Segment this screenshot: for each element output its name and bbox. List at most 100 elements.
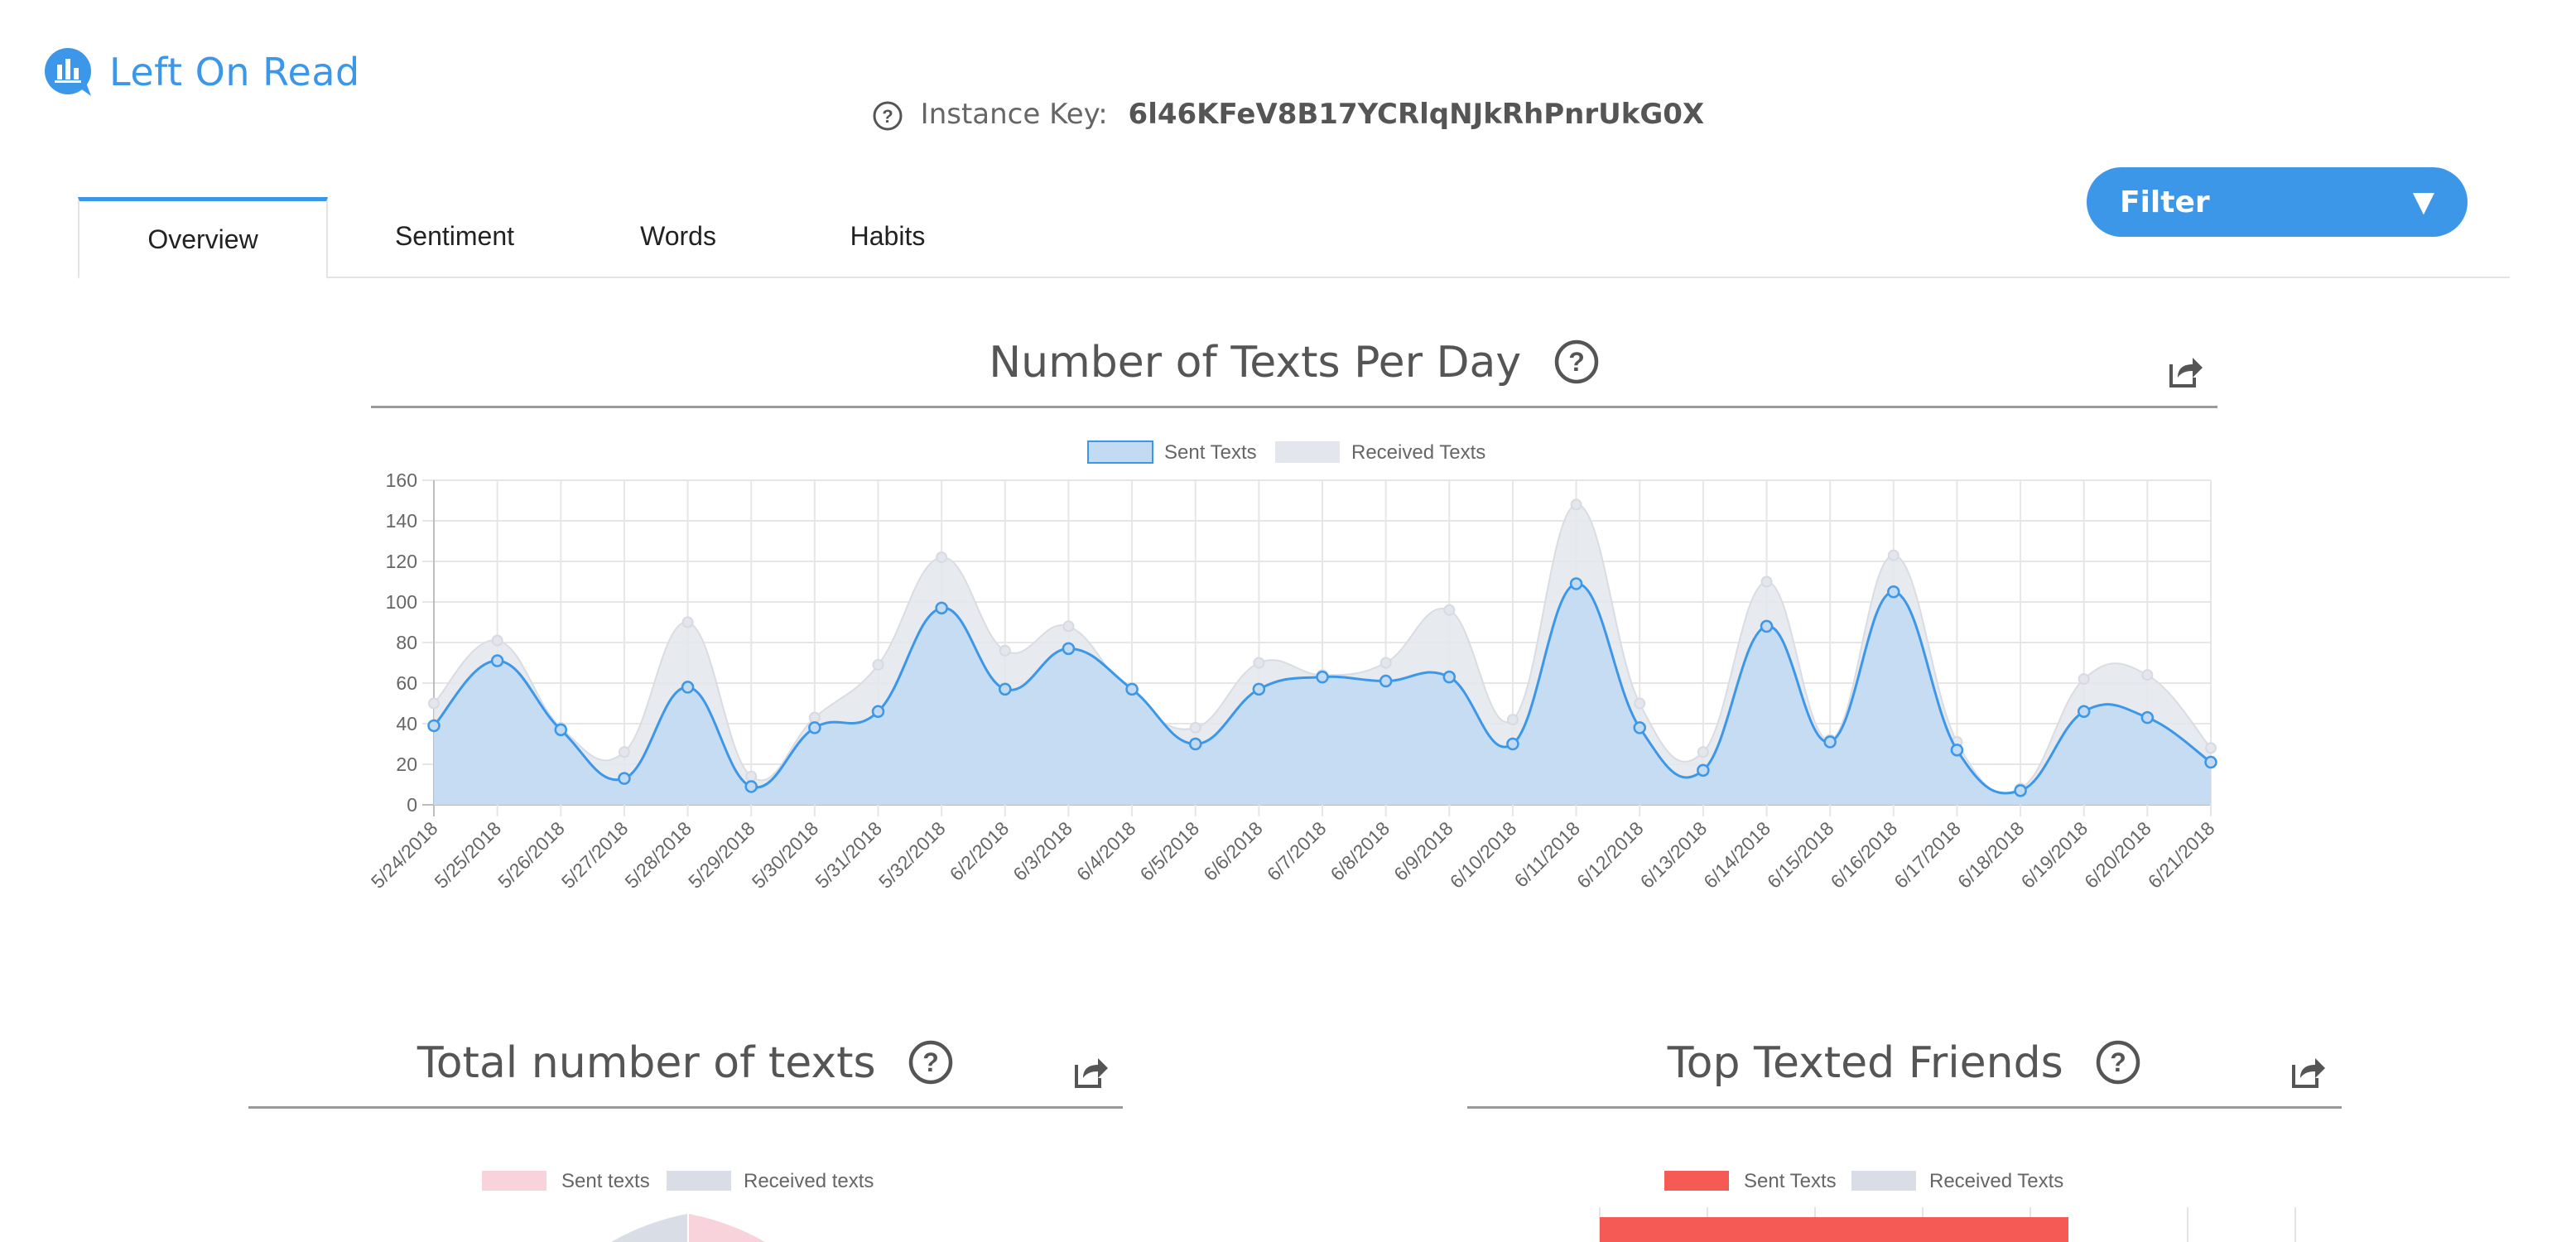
tab-words[interactable]: Words	[583, 197, 773, 275]
received-point	[1443, 604, 1456, 616]
texts-per-day-chart: Sent Texts Received Texts 0 20 40 60 80 100 120 1…	[367, 440, 2219, 893]
received-point	[745, 770, 758, 782]
x-tick-label: 5/25/2018	[430, 817, 505, 893]
received-point	[1634, 697, 1646, 710]
share-icon[interactable]	[2168, 353, 2204, 389]
x-tick-label: 6/13/2018	[1636, 817, 1712, 893]
sent-point	[999, 682, 1012, 696]
received-point	[1506, 714, 1519, 726]
x-tick-label: 6/21/2018	[2144, 817, 2219, 893]
x-tick-label: 6/16/2018	[1827, 817, 1902, 893]
x-tick-label: 6/8/2018	[1326, 817, 1394, 885]
legend-swatch-received	[667, 1171, 731, 1191]
received-point	[618, 746, 630, 758]
total-texts-title: Total number of texts	[416, 1038, 876, 1088]
filter-button[interactable]: Filter ▼	[2087, 167, 2468, 237]
filter-label: Filter	[2120, 185, 2210, 219]
y-tick-label: 100	[386, 591, 417, 613]
total-texts-heading: Total number of texts ?	[248, 1038, 1123, 1088]
legend-swatch-received	[1275, 441, 1340, 463]
received-point	[681, 616, 694, 628]
svg-text:?: ?	[922, 1047, 939, 1077]
legend-swatch-sent	[482, 1171, 546, 1191]
tab-overview[interactable]: Overview	[78, 197, 328, 279]
top-friends-heading: Top Texted Friends ?	[1467, 1038, 2342, 1088]
legend-label-sent: Sent Texts	[1744, 1170, 1837, 1192]
friend-bar-sent	[1600, 1217, 2068, 1242]
help-icon[interactable]: ?	[872, 100, 903, 132]
sent-point	[1125, 682, 1139, 696]
texts-per-day-title: Number of Texts Per Day	[989, 338, 1522, 388]
received-point	[808, 711, 821, 724]
section-divider	[371, 406, 2217, 408]
sent-point	[1633, 721, 1646, 734]
help-icon[interactable]: ?	[908, 1039, 954, 1086]
x-tick-label: 5/27/2018	[557, 817, 633, 893]
app-logo[interactable]: Left On Read	[43, 46, 360, 98]
texts-per-day-heading: Number of Texts Per Day ?	[371, 338, 2217, 388]
total-texts-chart: Sent texts Received texts	[482, 1170, 874, 1242]
received-point	[2141, 669, 2154, 681]
chevron-down-icon: ▼	[2412, 185, 2434, 219]
svg-text:?: ?	[882, 106, 893, 127]
instance-key-row: ? Instance Key: 6l46KFeV8B17YCRlqNJkRhPn…	[0, 98, 2576, 132]
x-tick-label: 5/24/2018	[367, 817, 442, 893]
x-tick-label: 6/5/2018	[1136, 817, 1204, 885]
received-point	[1760, 575, 1773, 588]
x-tick-label: 5/32/2018	[874, 817, 950, 893]
x-tick-label: 6/7/2018	[1263, 817, 1331, 885]
y-tick-label: 80	[396, 632, 417, 653]
pie-slice-received	[611, 1214, 687, 1242]
sent-point	[1887, 585, 1900, 599]
help-icon[interactable]: ?	[2095, 1039, 2141, 1086]
received-point	[1379, 657, 1392, 669]
sent-point	[2140, 710, 2155, 724]
sent-point	[1379, 674, 1393, 688]
received-point	[428, 697, 440, 710]
sent-point	[1950, 744, 1964, 757]
x-tick-label: 6/20/2018	[2080, 817, 2155, 893]
y-tick-label: 20	[396, 753, 417, 775]
sent-point	[744, 780, 758, 793]
section-divider	[248, 1106, 1123, 1109]
pie-slice-sent	[689, 1214, 765, 1242]
legend-label-sent: Sent Texts	[1164, 441, 1257, 464]
sent-point	[681, 681, 695, 694]
legend-swatch-sent	[1087, 440, 1153, 464]
sent-point	[1760, 619, 1774, 633]
x-tick-label: 5/28/2018	[620, 817, 696, 893]
x-tick-label: 6/4/2018	[1072, 817, 1140, 885]
share-icon[interactable]	[2290, 1053, 2327, 1090]
legend-label-sent: Sent texts	[561, 1170, 650, 1192]
x-tick-label: 5/29/2018	[684, 817, 759, 893]
x-tick-label: 6/10/2018	[1446, 817, 1521, 893]
legend-label-received: Received Texts	[1351, 441, 1485, 464]
received-point	[2205, 742, 2217, 754]
legend-label-received: Received texts	[744, 1170, 874, 1192]
help-icon[interactable]: ?	[1553, 339, 1600, 385]
tab-habits[interactable]: Habits	[788, 197, 987, 275]
x-tick-label: 6/18/2018	[1953, 817, 2029, 893]
sent-point	[1823, 735, 1837, 749]
received-point	[999, 644, 1011, 657]
x-tick-label: 6/6/2018	[1199, 817, 1267, 885]
y-tick-label: 160	[386, 469, 417, 491]
received-point	[872, 658, 884, 671]
x-tick-label: 5/30/2018	[748, 817, 823, 893]
bar-chart-bubble-icon	[45, 48, 91, 96]
tab-sentiment[interactable]: Sentiment	[335, 197, 575, 275]
sent-point	[554, 723, 568, 737]
sent-point	[490, 654, 504, 667]
top-friends-chart: Sent Texts Received Texts	[1599, 1170, 2296, 1242]
x-tick-label: 6/11/2018	[1510, 817, 1585, 892]
y-tick-label: 140	[386, 510, 417, 532]
received-point	[1887, 549, 1899, 561]
sent-point	[1506, 737, 1519, 751]
sent-point	[1442, 670, 1457, 684]
sent-point	[1316, 670, 1329, 684]
sent-point	[1697, 763, 1710, 777]
legend-swatch-received	[1851, 1171, 1916, 1191]
share-icon[interactable]	[1073, 1053, 1110, 1090]
sent-point	[1569, 577, 1583, 590]
sent-point	[1062, 642, 1076, 656]
